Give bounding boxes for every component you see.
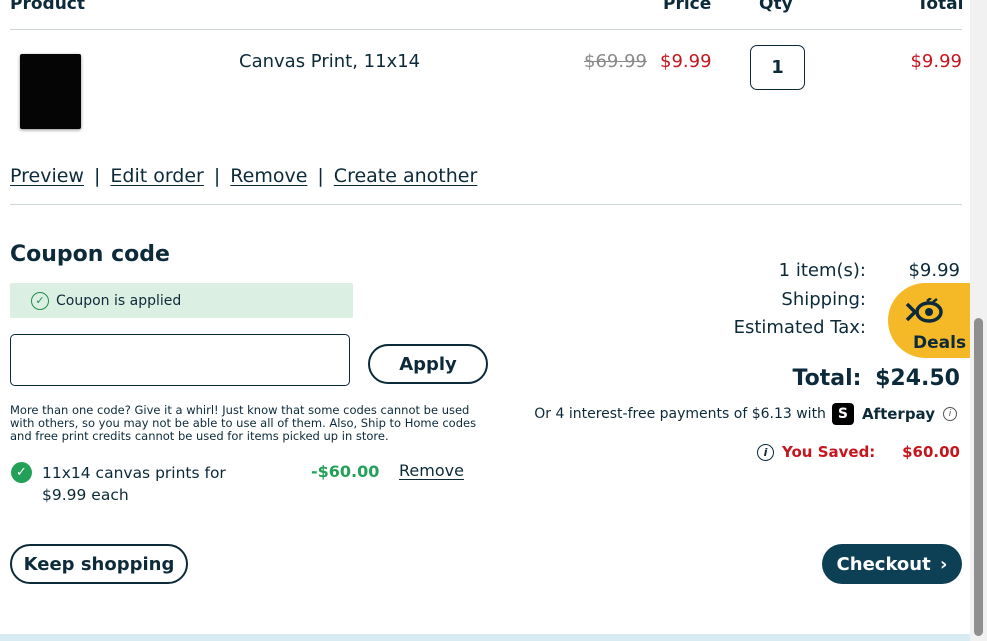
original-price: $69.99	[584, 51, 647, 72]
check-icon: ✓	[11, 462, 32, 483]
checkout-button[interactable]: Checkout ›	[822, 544, 962, 584]
afterpay-text: Or 4 interest-free payments of $6.13 wit…	[534, 406, 826, 422]
header-divider	[10, 29, 962, 30]
section-divider	[10, 204, 962, 205]
promo-discount: -$60.00	[311, 462, 380, 481]
info-icon[interactable]: i	[943, 407, 957, 421]
footer-band	[0, 634, 970, 641]
product-thumbnail[interactable]	[20, 54, 81, 129]
total-label: Total:	[792, 366, 862, 391]
col-header-product: Product	[10, 0, 85, 14]
promo-description: 11x14 canvas prints for $9.99 each	[42, 464, 226, 504]
coupon-note: More than one code? Give it a whirl! Jus…	[10, 403, 477, 443]
order-total: Total: $24.50	[793, 366, 960, 391]
coupon-input[interactable]	[10, 334, 350, 386]
afterpay-row: Or 4 interest-free payments of $6.13 wit…	[534, 403, 957, 425]
checkout-label: Checkout	[836, 553, 931, 575]
coupon-applied-banner: ✓ Coupon is applied	[10, 283, 353, 318]
col-header-total: Total	[917, 0, 964, 14]
check-circle-icon: ✓	[31, 291, 49, 310]
sale-price: $9.99	[660, 51, 712, 72]
total-value: $24.50	[875, 366, 960, 391]
separator: |	[93, 165, 101, 187]
col-header-price: Price	[663, 0, 712, 14]
info-icon[interactable]: i	[757, 443, 774, 461]
line-total: $9.99	[910, 51, 962, 72]
you-saved-label-wrap: i You Saved:	[757, 443, 875, 461]
you-saved-label: You Saved:	[782, 443, 876, 461]
shipping-label: Shipping:	[781, 289, 866, 310]
col-header-qty: Qty	[759, 0, 793, 14]
separator: |	[213, 165, 221, 187]
remove-item-link[interactable]: Remove	[230, 165, 307, 187]
items-subtotal: $9.99	[908, 260, 960, 281]
product-name: Canvas Print, 11x14	[239, 51, 421, 72]
items-count-label: 1 item(s):	[778, 260, 866, 281]
afterpay-logo-icon: S	[831, 403, 854, 425]
deals-widget[interactable]: Deals	[888, 283, 970, 358]
remove-coupon-link[interactable]: Remove	[399, 461, 464, 480]
apply-coupon-button[interactable]: Apply	[368, 344, 488, 384]
you-saved-value: $60.00	[902, 443, 960, 461]
coupon-heading: Coupon code	[10, 242, 170, 267]
estimated-tax-label: Estimated Tax:	[733, 317, 866, 338]
fish-eye-icon	[905, 298, 943, 323]
separator: |	[317, 165, 324, 187]
quantity-field[interactable]: 1	[750, 45, 805, 90]
deals-label: Deals	[913, 333, 967, 353]
coupon-applied-text: Coupon is applied	[56, 292, 182, 309]
edit-order-link[interactable]: Edit order	[110, 165, 204, 187]
keep-shopping-button[interactable]: Keep shopping	[10, 544, 188, 584]
vertical-scrollbar[interactable]	[970, 0, 987, 641]
item-actions: Preview | Edit order | Remove | Create a…	[10, 165, 477, 187]
chevron-right-icon: ›	[940, 553, 948, 575]
afterpay-brand: Afterpay	[861, 405, 935, 423]
scrollbar-thumb[interactable]	[974, 318, 983, 636]
preview-link[interactable]: Preview	[10, 165, 84, 187]
create-another-link[interactable]: Create another	[334, 165, 477, 187]
